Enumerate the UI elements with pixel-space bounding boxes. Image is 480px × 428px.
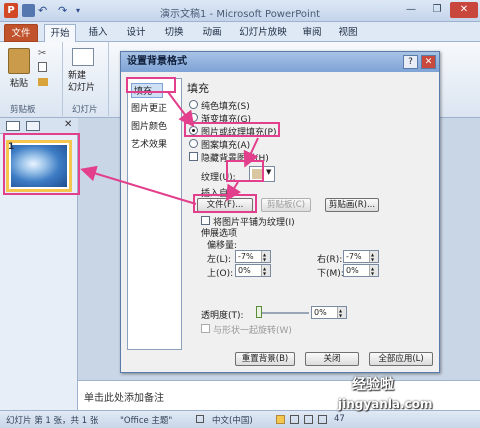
- arrow-fill-to-picture: [167, 91, 195, 128]
- annotation-arrows: [80, 91, 259, 205]
- watermark-brand: 经验啦: [352, 377, 394, 393]
- watermark-url: jingyanla.com: [338, 397, 433, 411]
- arrow-file-to-thumbnail: [80, 165, 197, 205]
- arrow-picture-to-texture: [243, 137, 259, 168]
- arrow-texture-to-file: [225, 181, 242, 202]
